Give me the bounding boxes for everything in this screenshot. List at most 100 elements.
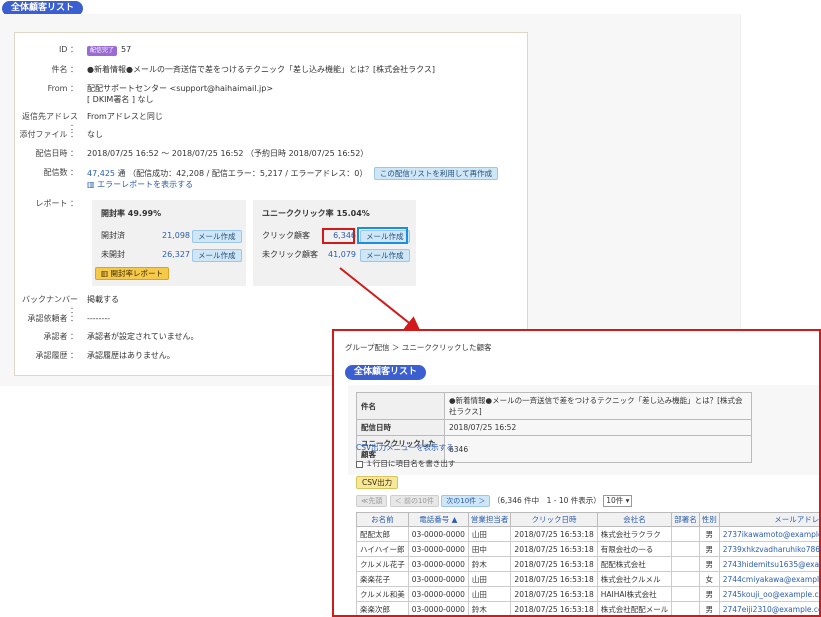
unclicked-mail-button[interactable]: メール作成 [360, 249, 410, 262]
clicked-label: クリック顧客 [262, 231, 310, 240]
column-header-email[interactable]: メールアドレス [718, 512, 819, 527]
cell-name: クルメル和美 [356, 586, 409, 602]
table-row: 楽楽次郎 03-0000-0000 鈴木 2018/07/25 16:53:18 株式会… [356, 601, 819, 615]
id-label: ID ： [58, 45, 78, 54]
delivery-detail-card: ID ： 配信完了 57 件名 ： ●新着情報●メールの一斉送信で差をつけるテクニ… [14, 32, 528, 376]
header-checkbox-row: １行目に項目名を書き出す [356, 458, 455, 469]
cell-phone: 03-0000-0000 [407, 556, 469, 572]
sub-page-title: 全体顧客リスト [345, 365, 427, 380]
attach-label: 添付ファイル ： [19, 130, 78, 139]
count-unit: 通 [115, 169, 126, 178]
recreate-button[interactable]: この配信リストを利用して再作成 [373, 167, 499, 180]
cell-name: 楽楽次郎 [356, 601, 409, 615]
cell-gender: 男 [698, 541, 720, 557]
unopened-mail-button[interactable]: メール作成 [192, 249, 242, 262]
opened-label: 開封済 [101, 231, 125, 240]
table-row: クルメル花子 03-0000-0000 鈴木 2018/07/25 16:53:18 配… [356, 556, 819, 572]
column-header-department[interactable]: 部署名 [671, 512, 700, 527]
info-value: 6346 [444, 435, 752, 463]
cell-email[interactable]: 2739xhkzvadharuhiko786@example.com [718, 541, 819, 557]
next-page-button[interactable]: 次の10件 ＞ [441, 495, 491, 507]
error-report-link[interactable]: エラーレポートを表示する [97, 180, 193, 189]
cell-department [671, 571, 700, 587]
unclicked-value[interactable]: 41,079 [323, 249, 356, 261]
customer-table: お名前 電話番号 ▲ 営業担当者 クリック日時 会社名 部署名 性別 メールアド… [356, 512, 819, 615]
open-rate-panel: 開封率 49.99% 開封済 21,098 メール作成 未開封 26,327 メ… [92, 200, 246, 286]
column-header-sales[interactable]: 営業担当者 [467, 512, 512, 527]
cell-gender: 男 [698, 526, 720, 542]
cell-sales: 鈴木 [467, 601, 512, 615]
open-rate-report-label: 開封率レポート [110, 269, 163, 278]
delivery-count-link[interactable]: 47,425 [87, 169, 115, 178]
first-page-button[interactable]: ≪先頭 [356, 495, 388, 507]
cell-company: 株式会社配配メール [596, 601, 673, 615]
backnumber-value: 掲載する [87, 295, 119, 304]
bar-chart-icon: ▥ [101, 269, 109, 278]
table-header-row: お名前 電話番号 ▲ 営業担当者 クリック日時 会社名 部署名 性別 メールアド… [356, 512, 819, 527]
breadcrumb: グループ配信 ＞ ユニーククリックした顧客 [345, 343, 492, 352]
date-value: 2018/07/25 16:52 ～ 2018/07/25 16:52 （予約日… [87, 149, 369, 158]
csv-output-button[interactable]: CSV出力 [356, 476, 399, 489]
pager: ≪先頭 ＜ 前の10件 次の10件 ＞ （6,346 件中 1 - 10 件表示… [356, 495, 633, 507]
column-header-name[interactable]: お名前 [356, 512, 409, 527]
cell-email[interactable]: 2745kouji_oo@example.com [718, 586, 819, 602]
cell-email[interactable]: 2744cmiyakawa@example.com [718, 571, 819, 587]
cell-department [671, 601, 700, 615]
approver-label: 承認者 ： [43, 332, 78, 341]
cell-click-date: 2018/07/25 16:53:18 [510, 571, 598, 587]
table-row: 配配太郎 03-0000-0000 山田 2018/07/25 16:53:18 株式会… [356, 526, 819, 542]
open-rate-report-button[interactable]: ▥ 開封率レポート [95, 267, 169, 280]
cell-click-date: 2018/07/25 16:53:18 [510, 541, 598, 557]
table-row: クルメル和美 03-0000-0000 山田 2018/07/25 16:53:18 H… [356, 586, 819, 602]
cell-company: 配配株式会社 [596, 556, 673, 572]
info-key: 配信日時 [356, 419, 445, 436]
unopened-value[interactable]: 26,327 [156, 249, 190, 261]
approver-req-value: -------- [87, 314, 111, 323]
info-row: 配信日時 2018/07/25 16:52 [356, 419, 752, 436]
attach-value: なし [87, 130, 103, 139]
column-header-click-date[interactable]: クリック日時 [510, 512, 598, 527]
cell-gender: 男 [698, 556, 720, 572]
cell-click-date: 2018/07/25 16:53:18 [510, 586, 598, 602]
cell-name: 楽楽花子 [356, 571, 409, 587]
header-checkbox[interactable] [356, 460, 363, 468]
cell-click-date: 2018/07/25 16:53:18 [510, 601, 598, 615]
table-row: ハイハイー郎 03-0000-0000 田中 2018/07/25 16:53:18 有… [356, 541, 819, 557]
open-rate-title: 開封率 49.99% [101, 209, 162, 218]
per-page-select[interactable]: 10件 ▾ [603, 495, 633, 507]
cell-click-date: 2018/07/25 16:53:18 [510, 526, 598, 542]
per-page-value: 10件 [606, 496, 624, 505]
cell-email[interactable]: 2737ikawamoto@example.com [718, 526, 819, 542]
prev-page-button[interactable]: ＜ 前の10件 [389, 495, 439, 507]
report-label: レポート ： [35, 199, 78, 208]
info-key: 件名 [356, 392, 445, 420]
cell-phone: 03-0000-0000 [407, 601, 469, 615]
cell-sales: 田中 [467, 541, 512, 557]
subject-value: ●新着情報●メールの一斉送信で差をつけるテクニック「差し込み機能」とは？[株式会… [87, 65, 435, 74]
column-header-gender[interactable]: 性別 [698, 512, 720, 527]
cell-phone: 03-0000-0000 [407, 526, 469, 542]
column-header-phone[interactable]: 電話番号 ▲ [407, 512, 469, 527]
chevron-down-icon: ▾ [625, 496, 630, 505]
id-value: 57 [121, 45, 132, 54]
column-header-company[interactable]: 会社名 [596, 512, 673, 527]
cell-name: クルメル花子 [356, 556, 409, 572]
cell-email[interactable]: 2747eiji2310@example.com [718, 601, 819, 615]
table-row: 楽楽花子 03-0000-0000 山田 2018/07/25 16:53:18 株式会… [356, 571, 819, 587]
csv-menu-link[interactable]: CSV出力メニューを表示する [356, 442, 454, 453]
cell-name: ハイハイー郎 [356, 541, 409, 557]
cell-company: 株式会社ラクラク [596, 526, 673, 542]
opened-value[interactable]: 21,098 [156, 230, 190, 242]
cell-department [671, 556, 700, 572]
info-value: 2018/07/25 16:52 [444, 419, 752, 436]
opened-mail-button[interactable]: メール作成 [192, 230, 242, 243]
header-checkbox-label: １行目に項目名を書き出す [365, 459, 456, 468]
unopened-label: 未開封 [101, 250, 125, 259]
cell-email[interactable]: 2743hidemitsu1635@example.com [718, 556, 819, 572]
date-label: 配信日時 ： [35, 149, 78, 158]
status-badge: 配信完了 [87, 46, 118, 56]
cell-gender: 男 [698, 586, 720, 602]
dkim-value: [ DKIM署名 ] なし [87, 95, 154, 104]
cell-phone: 03-0000-0000 [407, 541, 469, 557]
clicked-customers-window: グループ配信 ＞ ユニーククリックした顧客 全体顧客リスト 件名 ●新着情報●メー… [332, 329, 821, 617]
